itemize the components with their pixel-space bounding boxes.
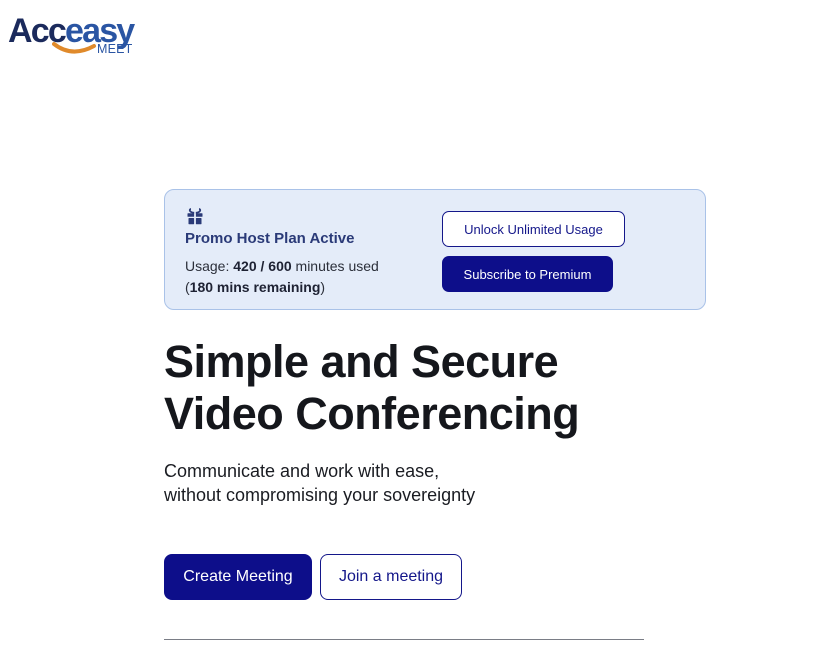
page-title: Simple and Secure Video Conferencing xyxy=(164,336,580,440)
page-title-line2: Video Conferencing xyxy=(164,388,580,439)
smile-swoosh-icon xyxy=(52,42,96,54)
page-subtitle: Communicate and work with ease, without … xyxy=(164,459,475,507)
subscribe-premium-button[interactable]: Subscribe to Premium xyxy=(442,256,613,292)
page-title-line1: Simple and Secure xyxy=(164,336,559,387)
logo-subtitle: MEET xyxy=(97,42,133,56)
page-subtitle-line2: without compromising your sovereignty xyxy=(164,485,476,505)
usage-value: 420 / 600 xyxy=(233,258,292,274)
remaining-close: ) xyxy=(320,279,326,295)
gift-icon xyxy=(187,208,203,225)
remaining-line: (180 mins remaining) xyxy=(185,277,379,298)
remaining-value: 180 mins remaining xyxy=(189,279,321,295)
usage-prefix: Usage: xyxy=(185,258,234,274)
usage-suffix: minutes used xyxy=(291,258,379,274)
acceasy-meet-logo[interactable]: Acceasy MEET xyxy=(8,12,148,58)
usage-line: Usage: 420 / 600 minutes used xyxy=(185,256,379,277)
promo-plan-banner: Promo Host Plan Active Usage: 420 / 600 … xyxy=(164,189,706,310)
create-meeting-button[interactable]: Create Meeting xyxy=(164,554,312,600)
join-meeting-button[interactable]: Join a meeting xyxy=(320,554,462,600)
unlock-unlimited-usage-button[interactable]: Unlock Unlimited Usage xyxy=(442,211,625,247)
home-page: Acceasy MEET Promo Host Plan Active Usag… xyxy=(0,0,831,667)
promo-plan-title: Promo Host Plan Active xyxy=(185,230,355,247)
section-divider xyxy=(164,639,644,640)
page-subtitle-line1: Communicate and work with ease, xyxy=(164,461,440,481)
usage-summary: Usage: 420 / 600 minutes used (180 mins … xyxy=(185,256,379,298)
